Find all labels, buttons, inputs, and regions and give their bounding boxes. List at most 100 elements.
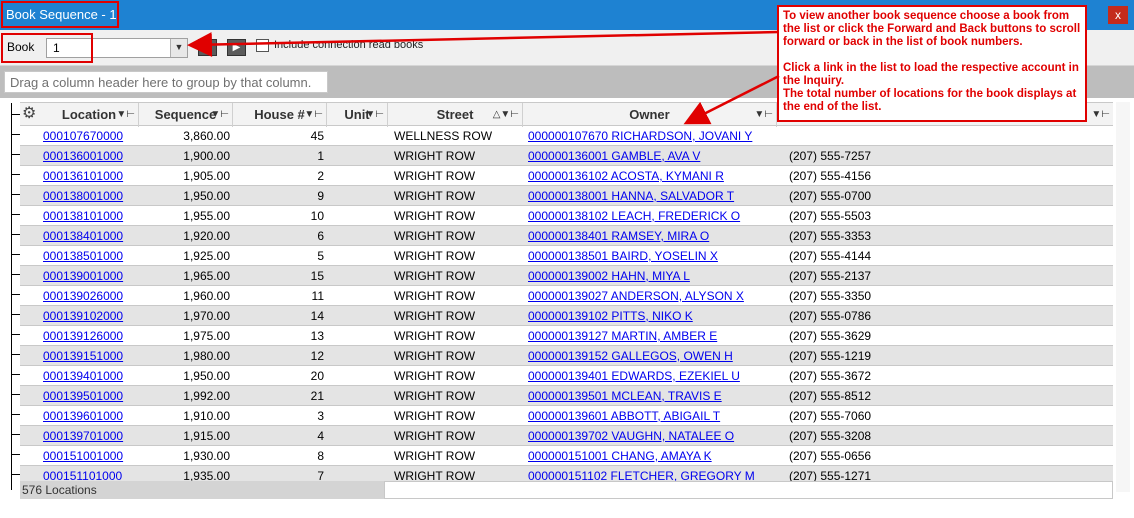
phone-cell: (207) 555-4144	[789, 249, 872, 263]
filter-pin-icon[interactable]: ▼⊢	[754, 103, 773, 126]
location-link[interactable]: 000138501000	[43, 249, 123, 263]
include-connection-checkbox[interactable]	[256, 39, 269, 52]
location-link[interactable]: 000139001000	[43, 269, 123, 283]
filter-pin-icon[interactable]: ▼⊢	[116, 103, 135, 126]
sequence-cell: 1,960.00	[183, 289, 230, 303]
sort-filter-pin-icon[interactable]: △▼⊢	[493, 103, 519, 126]
col-header-location[interactable]: Location ▼⊢	[40, 103, 139, 127]
tree-connector	[11, 434, 20, 435]
phone-cell: (207) 555-3350	[789, 289, 872, 303]
location-link[interactable]: 000139401000	[43, 369, 123, 383]
sequence-cell: 1,965.00	[183, 269, 230, 283]
filter-pin-icon[interactable]: ▼⊢	[365, 103, 384, 126]
house-number-cell: 14	[310, 309, 324, 323]
location-link[interactable]: 000107670000	[43, 129, 123, 143]
include-connection-label: Include connection read books	[274, 39, 424, 51]
sequence-cell: 1,950.00	[183, 369, 230, 383]
col-header-label: Sequence	[154, 107, 217, 122]
phone-cell: (207) 555-0700	[789, 189, 872, 203]
filter-pin-icon[interactable]: ▼⊢	[1091, 103, 1110, 126]
sequence-cell: 3,860.00	[183, 129, 230, 143]
sequence-cell: 1,992.00	[183, 389, 230, 403]
table-row: 000136101000 1,905.00 2 WRIGHT ROW 000000136…	[20, 166, 1113, 186]
location-link[interactable]: 000139151000	[43, 349, 123, 363]
location-link[interactable]: 000139026000	[43, 289, 123, 303]
col-header-unit[interactable]: Unit ▼⊢	[327, 103, 388, 127]
owner-link[interactable]: 000000139501 MCLEAN, TRAVIS E	[528, 389, 722, 403]
owner-link[interactable]: 000000139127 MARTIN, AMBER E	[528, 329, 717, 343]
footer-summary: 576 Locations	[20, 481, 384, 499]
title-highlight-box	[1, 1, 119, 28]
col-header-label: Location	[61, 107, 117, 122]
location-link[interactable]: 000136101000	[43, 169, 123, 183]
tree-connector	[11, 134, 20, 135]
table-row: 000139126000 1,975.00 13 WRIGHT ROW 00000013…	[20, 326, 1113, 346]
location-link[interactable]: 000138401000	[43, 229, 123, 243]
location-link[interactable]: 000139102000	[43, 309, 123, 323]
location-link[interactable]: 000138101000	[43, 209, 123, 223]
owner-link[interactable]: 000000139027 ANDERSON, ALYSON X	[528, 289, 744, 303]
owner-link[interactable]: 000000139002 HAHN, MIYA L	[528, 269, 690, 283]
owner-link[interactable]: 000000151102 FLETCHER, GREGORY M	[528, 469, 755, 481]
col-header-label: Owner	[629, 107, 670, 122]
filter-pin-icon[interactable]: ▼⊢	[304, 103, 323, 126]
col-header-sequence[interactable]: Sequence ▼⊢	[139, 103, 233, 127]
table-row: 000138101000 1,955.00 10 WRIGHT ROW 00000013…	[20, 206, 1113, 226]
group-by-hint[interactable]: Drag a column header here to group by th…	[4, 71, 328, 93]
tree-connector	[11, 354, 20, 355]
location-link[interactable]: 000139601000	[43, 409, 123, 423]
location-link[interactable]: 000139501000	[43, 389, 123, 403]
tree-connector	[11, 374, 20, 375]
tree-connector	[11, 294, 20, 295]
owner-link[interactable]: 000000139702 VAUGHN, NATALEE O	[528, 429, 734, 443]
phone-cell: (207) 555-2137	[789, 269, 872, 283]
close-button[interactable]: x	[1108, 6, 1128, 24]
owner-link[interactable]: 000000138001 HANNA, SALVADOR T	[528, 189, 734, 203]
location-link[interactable]: 000136001000	[43, 149, 123, 163]
street-cell: WRIGHT ROW	[394, 469, 476, 481]
location-link[interactable]: 000139126000	[43, 329, 123, 343]
back-button[interactable]: ◀	[198, 39, 217, 56]
sequence-cell: 1,980.00	[183, 349, 230, 363]
table-row: 000139151000 1,980.00 12 WRIGHT ROW 00000013…	[20, 346, 1113, 366]
horizontal-scrollbar[interactable]	[384, 481, 1113, 499]
table-row: 000139026000 1,960.00 11 WRIGHT ROW 00000013…	[20, 286, 1113, 306]
house-number-cell: 7	[317, 469, 324, 481]
owner-link[interactable]: 000000139601 ABBOTT, ABIGAIL T	[528, 409, 720, 423]
owner-link[interactable]: 000000151001 CHANG, AMAYA K	[528, 449, 712, 463]
chevron-down-icon[interactable]: ▼	[170, 39, 187, 57]
col-header-label: House #	[254, 107, 305, 122]
owner-link[interactable]: 000000139401 EDWARDS, EZEKIEL U	[528, 369, 740, 383]
owner-link[interactable]: 000000138401 RAMSEY, MIRA O	[528, 229, 709, 243]
col-header-street[interactable]: Street △▼⊢	[388, 103, 523, 127]
callout-text-1: To view another book sequence choose a b…	[783, 10, 1081, 48]
owner-link[interactable]: 000000138501 BAIRD, YOSELIN X	[528, 249, 718, 263]
location-link[interactable]: 000138001000	[43, 189, 123, 203]
col-header-owner[interactable]: Owner ▼⊢	[523, 103, 777, 127]
sequence-cell: 1,905.00	[183, 169, 230, 183]
tree-connector	[11, 214, 20, 215]
location-link[interactable]: 000139701000	[43, 429, 123, 443]
table-row: 000139701000 1,915.00 4 WRIGHT ROW 000000139…	[20, 426, 1113, 446]
tree-connector	[11, 454, 20, 455]
owner-link[interactable]: 000000136001 GAMBLE, AVA V	[528, 149, 700, 163]
street-cell: WRIGHT ROW	[394, 389, 476, 403]
street-cell: WRIGHT ROW	[394, 169, 476, 183]
house-number-cell: 13	[310, 329, 324, 343]
forward-button[interactable]: ▶	[227, 39, 246, 56]
vertical-scrollbar[interactable]	[1116, 102, 1130, 492]
street-cell: WRIGHT ROW	[394, 149, 476, 163]
filter-pin-icon[interactable]: ▼⊢	[210, 103, 229, 126]
gear-icon[interactable]: ⚙	[22, 103, 36, 123]
location-link[interactable]: 000151101000	[43, 469, 122, 481]
owner-link[interactable]: 000000139102 PITTS, NIKO K	[528, 309, 693, 323]
owner-link[interactable]: 000000139152 GALLEGOS, OWEN H	[528, 349, 733, 363]
owner-link[interactable]: 000000136102 ACOSTA, KYMANI R	[528, 169, 724, 183]
sequence-cell: 1,930.00	[183, 449, 230, 463]
owner-link[interactable]: 000000107670 RICHARDSON, JOVANI Y	[528, 129, 752, 143]
owner-link[interactable]: 000000138102 LEACH, FREDERICK O	[528, 209, 740, 223]
col-header-house[interactable]: House # ▼⊢	[233, 103, 327, 127]
location-link[interactable]: 000151001000	[43, 449, 123, 463]
street-cell: WRIGHT ROW	[394, 189, 476, 203]
phone-cell: (207) 555-3629	[789, 329, 872, 343]
